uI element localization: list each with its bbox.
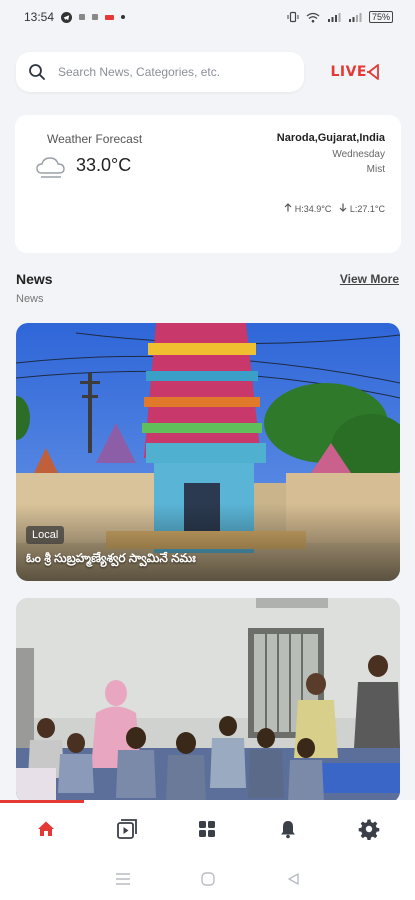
search-input[interactable] bbox=[58, 65, 288, 79]
live-label: LIVE bbox=[330, 64, 367, 80]
signal-icon bbox=[327, 12, 341, 22]
weather-title: Weather Forecast bbox=[47, 132, 143, 146]
notification-icon bbox=[79, 14, 86, 20]
news-image bbox=[16, 598, 400, 803]
news-card[interactable]: Local ఓం శ్రీ సుబ్రహ్మణ్యేశ్వర స్వామినే … bbox=[16, 323, 400, 581]
active-tab-indicator bbox=[0, 800, 84, 803]
vibrate-icon bbox=[287, 11, 299, 23]
weather-location: Naroda,Gujarat,India bbox=[276, 132, 385, 144]
status-right: 75% bbox=[287, 11, 393, 23]
news-image bbox=[16, 323, 400, 581]
live-button[interactable]: LIVE bbox=[330, 63, 381, 81]
weather-card[interactable]: Weather Forecast 33.0°C Naroda,Gujarat,I… bbox=[15, 115, 401, 253]
search-row: LIVE bbox=[16, 52, 399, 92]
app-notification-icon bbox=[92, 14, 99, 20]
temperature: 33.0°C bbox=[76, 155, 132, 175]
tab-categories[interactable] bbox=[177, 804, 237, 854]
signal-icon bbox=[348, 12, 362, 22]
recent-apps-icon[interactable] bbox=[115, 872, 131, 886]
bottom-tab-bar bbox=[0, 800, 415, 858]
grid-icon bbox=[199, 821, 216, 837]
category-tag: Local bbox=[26, 526, 65, 544]
tab-settings[interactable] bbox=[339, 804, 399, 854]
gear-icon bbox=[358, 819, 379, 840]
cloud-icon bbox=[36, 157, 65, 178]
back-icon[interactable] bbox=[286, 872, 300, 886]
low-temp-group: L:27.1°C bbox=[339, 203, 385, 214]
weather-day: Wednesday bbox=[332, 149, 385, 160]
bell-icon bbox=[281, 821, 296, 839]
arrow-down-icon bbox=[339, 203, 347, 212]
search-bar[interactable] bbox=[16, 52, 304, 92]
status-bar: 13:54 75% bbox=[0, 0, 415, 34]
home-icon bbox=[38, 821, 55, 836]
weather-condition: Mist bbox=[366, 164, 385, 175]
app-notification-icon bbox=[105, 14, 115, 20]
video-library-icon bbox=[116, 819, 137, 839]
high-low: H:34.9°C L:27.1°C bbox=[284, 203, 385, 214]
high-temp: H:34.9°C bbox=[294, 204, 332, 214]
live-broadcast-icon bbox=[367, 64, 379, 80]
telegram-icon bbox=[61, 11, 73, 23]
status-left: 13:54 bbox=[24, 10, 126, 24]
high-temp-group: H:34.9°C bbox=[284, 203, 331, 214]
news-card[interactable] bbox=[16, 598, 400, 803]
section-title: News bbox=[16, 271, 53, 287]
news-title: ఓం శ్రీ సుబ్రహ్మణ్యేశ్వర స్వామినే నమః bbox=[26, 551, 196, 565]
clock: 13:54 bbox=[24, 10, 55, 24]
tab-notifications[interactable] bbox=[258, 804, 318, 854]
view-more-link[interactable]: View More bbox=[340, 272, 399, 286]
section-subtitle: News bbox=[16, 293, 44, 305]
home-nav-icon[interactable] bbox=[200, 871, 216, 887]
search-icon bbox=[29, 64, 45, 80]
arrow-up-icon bbox=[284, 203, 292, 212]
low-temp: L:27.1°C bbox=[349, 204, 385, 214]
tab-videos[interactable] bbox=[97, 804, 157, 854]
tab-home[interactable] bbox=[16, 804, 76, 854]
more-notifications-icon bbox=[121, 15, 126, 19]
system-nav-bar bbox=[0, 858, 415, 900]
battery-level: 75% bbox=[368, 11, 393, 23]
wifi-icon bbox=[306, 12, 320, 22]
